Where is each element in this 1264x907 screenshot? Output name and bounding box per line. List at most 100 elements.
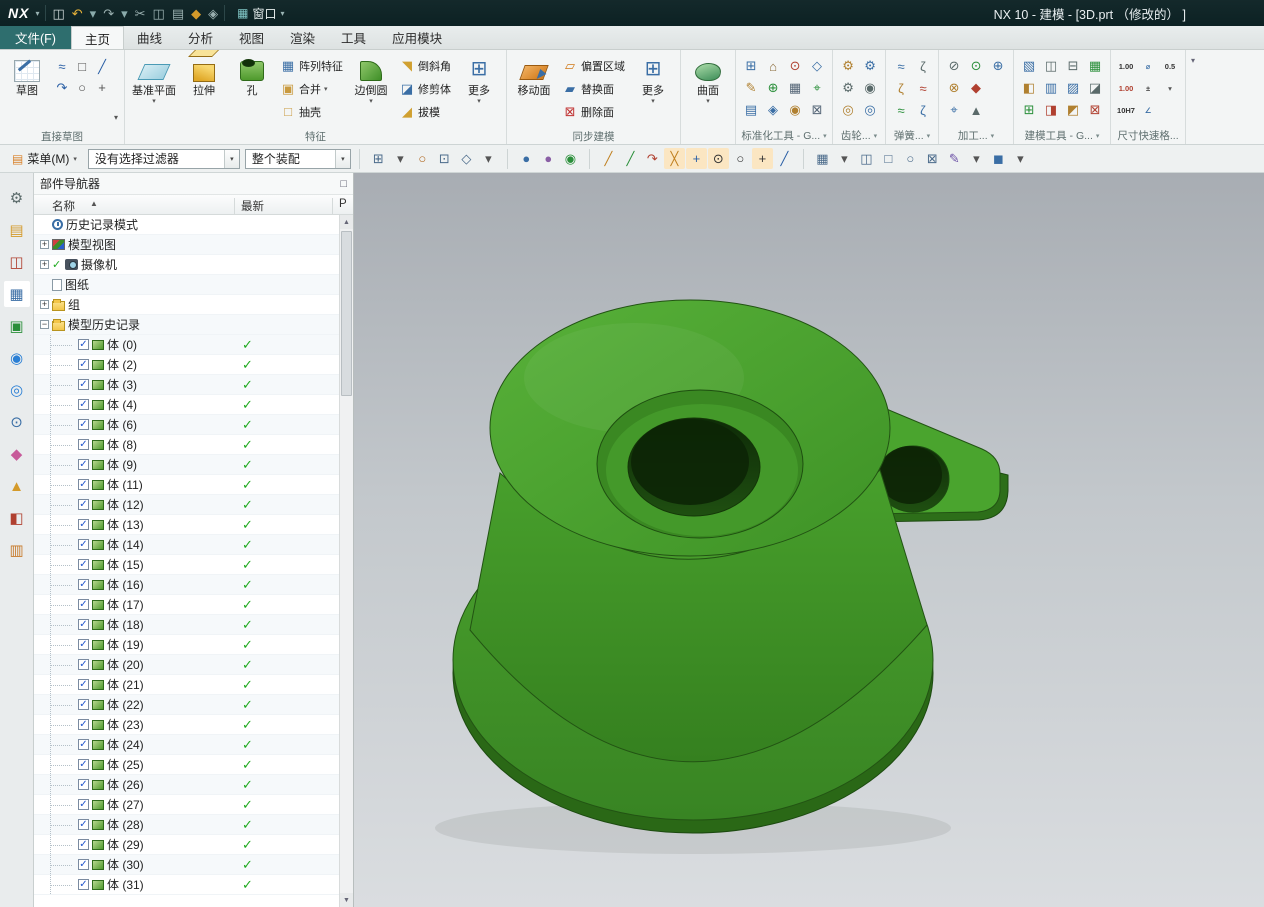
solid-body-part[interactable] (435, 300, 1008, 854)
tree-row-body[interactable]: ✓ 体 (20) ✓ (34, 655, 353, 675)
spring-tool-icon[interactable]: ≈ (890, 99, 912, 121)
snap-endpoint-icon[interactable]: ╱ (598, 148, 619, 169)
tree-row-body[interactable]: ✓ 体 (21) ✓ (34, 675, 353, 695)
tree-row-body[interactable]: ✓ 体 (24) ✓ (34, 735, 353, 755)
body-checkbox[interactable]: ✓ (78, 799, 89, 810)
modeling-tool-icon[interactable]: ▦ (1084, 55, 1106, 77)
dimension-format-icon[interactable]: ± (1137, 77, 1159, 99)
group-label-gears[interactable]: 齿轮...▾ (833, 127, 885, 144)
studio-spline-icon[interactable]: ↷ (52, 77, 72, 98)
point-icon[interactable]: + (92, 77, 112, 98)
scrollbar-thumb[interactable] (341, 231, 352, 396)
selection-scope-combo[interactable]: 整个装配 ▾ (245, 149, 351, 169)
sort-ascending-icon[interactable]: ▲ (90, 199, 98, 208)
menu-button[interactable]: ▤ 菜单(M) ▾ (6, 148, 83, 169)
spring-tool-icon[interactable]: ζ (912, 99, 934, 121)
standard-tool-icon[interactable]: ⊙ (784, 55, 806, 77)
body-checkbox[interactable]: ✓ (78, 399, 89, 410)
tree-row-model-views[interactable]: + 模型视图 (34, 235, 353, 255)
tree-row-body[interactable]: ✓ 体 (28) ✓ (34, 815, 353, 835)
edit-dropdown-icon[interactable]: ▾ (966, 148, 987, 169)
trim-body-button[interactable]: ◪ 修剪体 (396, 77, 454, 100)
modeling-tool-icon[interactable]: ◫ (1040, 55, 1062, 77)
pattern-feature-button[interactable]: ▦ 阵列特征 (277, 54, 346, 77)
wcs-dropdown-icon[interactable]: ▾ (834, 148, 855, 169)
object-display-icon[interactable]: □ (878, 148, 899, 169)
tab-view[interactable]: 视图 (226, 26, 277, 49)
modeling-tool-icon[interactable]: ⊠ (1084, 99, 1106, 121)
hd3d-tools-icon[interactable]: ◉ (4, 345, 30, 371)
column-name[interactable]: 名称 (52, 198, 75, 214)
modeling-tool-icon[interactable]: ▨ (1062, 77, 1084, 99)
dimension-format-icon[interactable]: 10H7 (1115, 99, 1137, 121)
tree-row-body[interactable]: ✓ 体 (12) ✓ (34, 495, 353, 515)
gear-tool-icon[interactable]: ⚙ (837, 55, 859, 77)
body-checkbox[interactable]: ✓ (78, 419, 89, 430)
body-checkbox[interactable]: ✓ (78, 739, 89, 750)
circle-icon[interactable]: ○ (72, 77, 92, 98)
tree-row-body[interactable]: ✓ 体 (8) ✓ (34, 435, 353, 455)
group-label-standard-tools[interactable]: 标准化工具 - G...▾ (736, 127, 832, 144)
constraint-navigator-icon[interactable]: ◫ (4, 249, 30, 275)
machining-tool-icon[interactable]: ⌖ (943, 99, 965, 121)
tab-tools[interactable]: 工具 (328, 26, 379, 49)
selection-scope-dropdown-icon[interactable]: ▾ (335, 150, 350, 168)
rect-select-icon[interactable]: ⊡ (434, 148, 455, 169)
redo-icon[interactable]: ↷ (103, 7, 114, 20)
modeling-tool-icon[interactable]: ⊟ (1062, 55, 1084, 77)
scroll-up-button[interactable]: ▲ (340, 215, 353, 229)
body-checkbox[interactable]: ✓ (78, 699, 89, 710)
ribbon-overflow-button[interactable]: ▾ (1186, 50, 1200, 144)
modeling-tool-icon[interactable]: ◨ (1040, 99, 1062, 121)
body-checkbox[interactable]: ✓ (78, 759, 89, 770)
tree-row-body[interactable]: ✓ 体 (31) ✓ (34, 875, 353, 895)
hole-button[interactable]: 孔 (229, 52, 275, 126)
rectangle-icon[interactable]: □ (72, 56, 92, 77)
snap-point-on-face-icon[interactable]: ╱ (774, 148, 795, 169)
ribbon-options-gear-icon[interactable]: ⚙ (4, 185, 30, 211)
modeling-tool-icon[interactable]: ▧ (1018, 55, 1040, 77)
offset-region-button[interactable]: ▱ 偏置区域 (559, 54, 628, 77)
select-dropdown-icon[interactable]: ▾ (390, 148, 411, 169)
view-dropdown-icon[interactable]: ▾ (1010, 148, 1031, 169)
edit-section-icon[interactable]: ✎ (944, 148, 965, 169)
standard-tool-icon[interactable]: ⌖ (806, 77, 828, 99)
tab-analysis[interactable]: 分析 (175, 26, 226, 49)
nx-menu-dropdown-icon[interactable]: ▾ (35, 9, 39, 18)
dimension-format-icon[interactable]: 0.5 (1159, 55, 1181, 77)
edge-blend-button[interactable]: 边倒圆 ▾ (348, 52, 394, 126)
modeling-tool-icon[interactable]: ◪ (1084, 77, 1106, 99)
body-checkbox[interactable]: ✓ (78, 679, 89, 690)
select-mode-dropdown-icon[interactable]: ▾ (478, 148, 499, 169)
unite-button[interactable]: ▣ 合并 ▾ (277, 77, 346, 100)
machining-tool-icon[interactable]: ⊘ (943, 55, 965, 77)
standard-tool-icon[interactable]: ⊞ (740, 55, 762, 77)
body-checkbox[interactable]: ✓ (78, 539, 89, 550)
standard-tool-icon[interactable]: ▦ (784, 77, 806, 99)
tree-row-body[interactable]: ✓ 体 (22) ✓ (34, 695, 353, 715)
tree-row-body[interactable]: ✓ 体 (13) ✓ (34, 515, 353, 535)
tree-row-body[interactable]: ✓ 体 (3) ✓ (34, 375, 353, 395)
web-browser-icon[interactable]: ◎ (4, 377, 30, 403)
draft-button[interactable]: ◢ 拔模 (396, 100, 454, 123)
tab-curve[interactable]: 曲线 (124, 26, 175, 49)
measure-icon[interactable]: ◫ (856, 148, 877, 169)
body-checkbox[interactable]: ✓ (78, 439, 89, 450)
datum-plane-dropdown-icon[interactable]: ▾ (152, 98, 156, 106)
tree-row-body[interactable]: ✓ 体 (19) ✓ (34, 635, 353, 655)
body-checkbox[interactable]: ✓ (78, 819, 89, 830)
tree-row-body[interactable]: ✓ 体 (6) ✓ (34, 415, 353, 435)
body-checkbox[interactable]: ✓ (78, 499, 89, 510)
lasso-select-icon[interactable]: ○ (412, 148, 433, 169)
undo-icon[interactable]: ↶ (72, 7, 83, 20)
tree-row-drawing[interactable]: 图纸 (34, 275, 353, 295)
reuse-library-icon[interactable]: ▣ (4, 313, 30, 339)
tree-row-body[interactable]: ✓ 体 (29) ✓ (34, 835, 353, 855)
tree-row-body[interactable]: ✓ 体 (11) ✓ (34, 475, 353, 495)
tree-row-body[interactable]: ✓ 体 (2) ✓ (34, 355, 353, 375)
dimension-format-icon[interactable]: ▾ (1159, 77, 1181, 99)
body-checkbox[interactable]: ✓ (78, 599, 89, 610)
body-checkbox[interactable]: ✓ (78, 559, 89, 570)
profile-icon[interactable]: ≈ (52, 56, 72, 77)
window-menu-button[interactable]: ▦ 窗口 ▾ (231, 3, 290, 24)
